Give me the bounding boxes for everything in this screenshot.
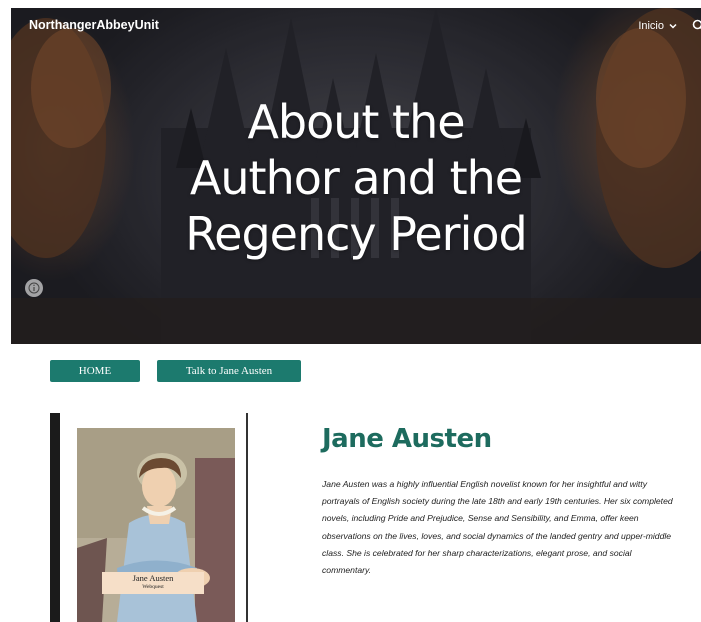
jane-austen-portrait-image: Jane Austen Webquest [77, 428, 235, 622]
image-info-button[interactable] [25, 279, 43, 297]
home-button[interactable]: HOME [50, 360, 140, 382]
search-icon[interactable] [692, 19, 701, 32]
info-icon [28, 282, 40, 294]
chevron-down-icon [669, 23, 677, 29]
top-nav: Inicio [638, 19, 701, 32]
page-title-line-2: Author and the [189, 151, 523, 205]
page-title-line-3: Regency Period [185, 207, 527, 261]
nav-item-inicio[interactable]: Inicio [638, 20, 678, 32]
portrait-caption: Jane Austen Webquest [102, 572, 204, 594]
nav-item-label: Inicio [638, 19, 664, 32]
hero-banner: NorthangerAbbeyUnit Inicio About the Aut… [11, 8, 701, 344]
site-title[interactable]: NorthangerAbbeyUnit [29, 18, 159, 32]
portrait-caption-subtitle: Webquest [142, 584, 164, 590]
portrait-caption-title: Jane Austen [132, 573, 174, 583]
author-heading: Jane Austen [322, 424, 492, 454]
author-bio: Jane Austen was a highly influential Eng… [322, 479, 673, 576]
talk-to-jane-austen-button[interactable]: Talk to Jane Austen [157, 360, 301, 382]
portrait-card: Jane Austen Webquest [50, 413, 248, 622]
card-divider [246, 413, 248, 622]
page-title: About the Author and the Regency Period [11, 94, 701, 262]
card-left-bar [50, 413, 60, 622]
page-title-line-1: About the [247, 95, 465, 149]
